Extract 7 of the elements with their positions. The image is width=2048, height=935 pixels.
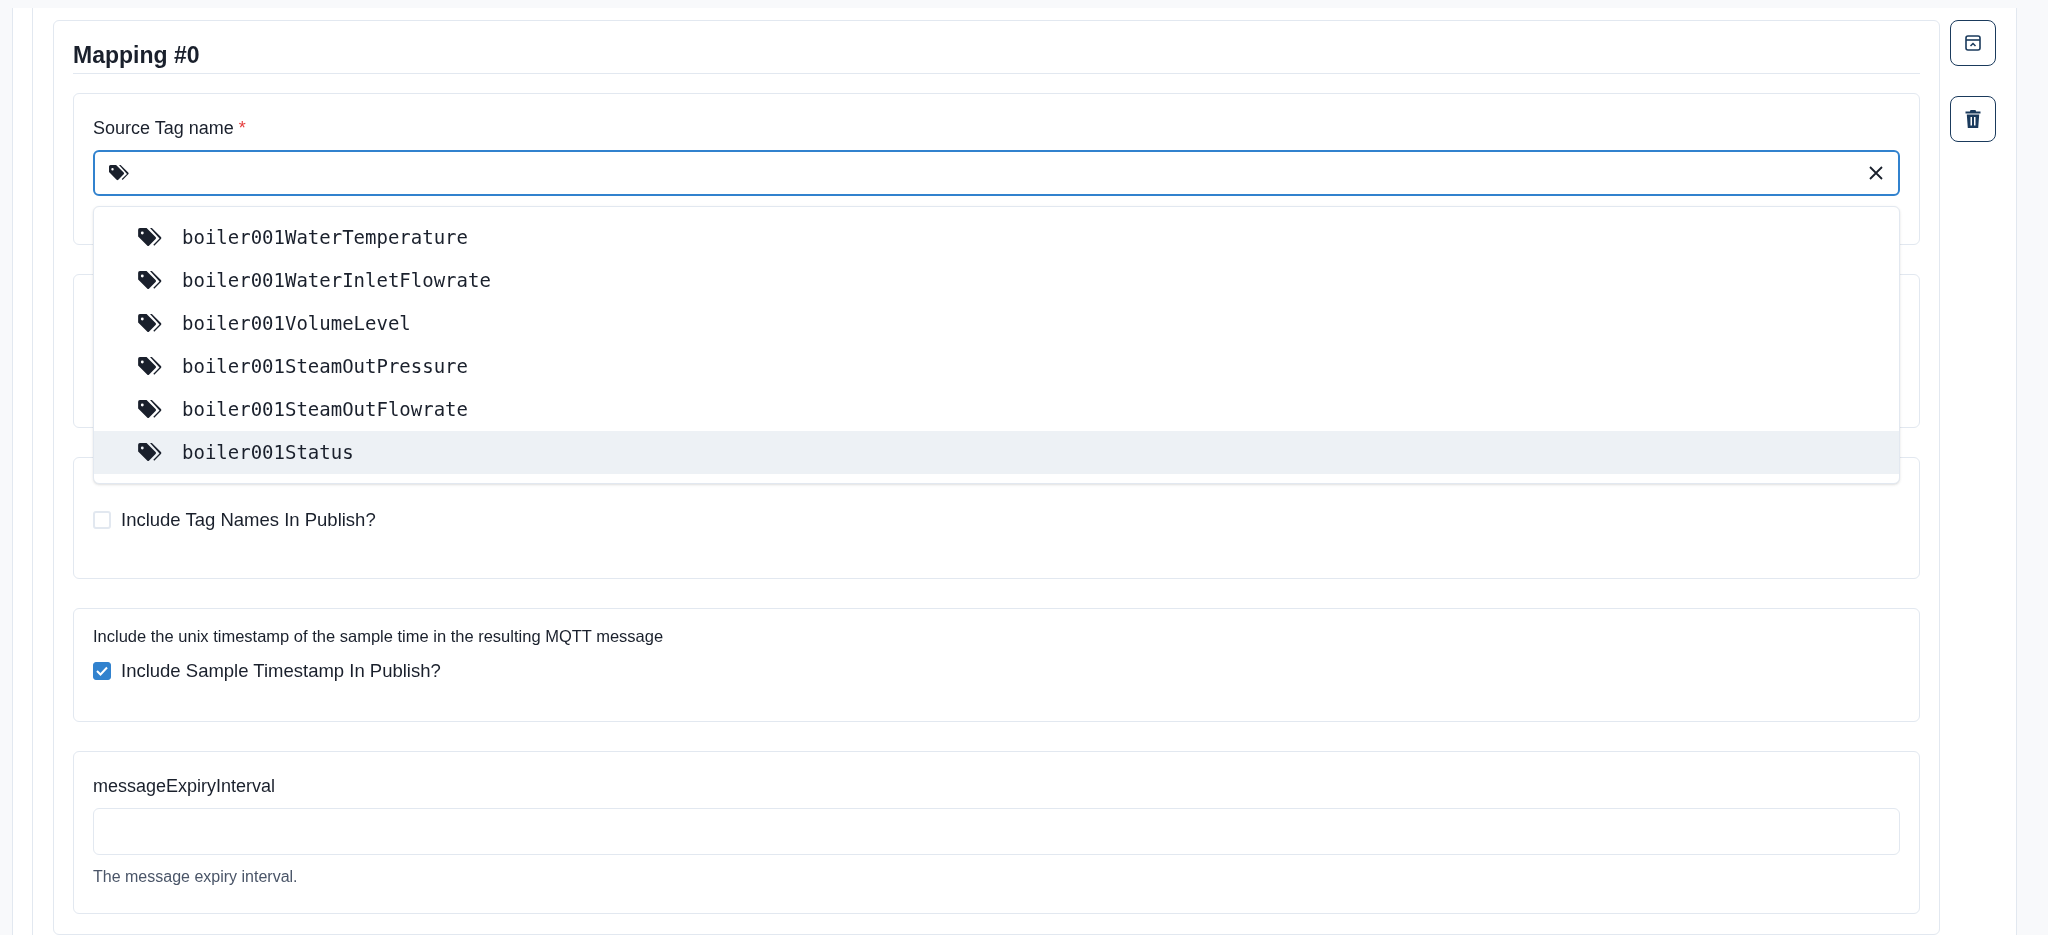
option-description: Include the unix timestamp of the sample time in the resulting MQTT message <box>93 625 665 647</box>
checkbox-label: Include Sample Timestamp In Publish? <box>121 658 441 683</box>
checkbox-label: Include Tag Names In Publish? <box>121 508 376 532</box>
field-label: Source Tag name * <box>93 117 247 140</box>
mapping-title: Mapping #0 <box>73 41 201 69</box>
field-label: messageExpiryInterval <box>93 774 277 798</box>
help-text: The message expiry interval. <box>93 866 299 887</box>
